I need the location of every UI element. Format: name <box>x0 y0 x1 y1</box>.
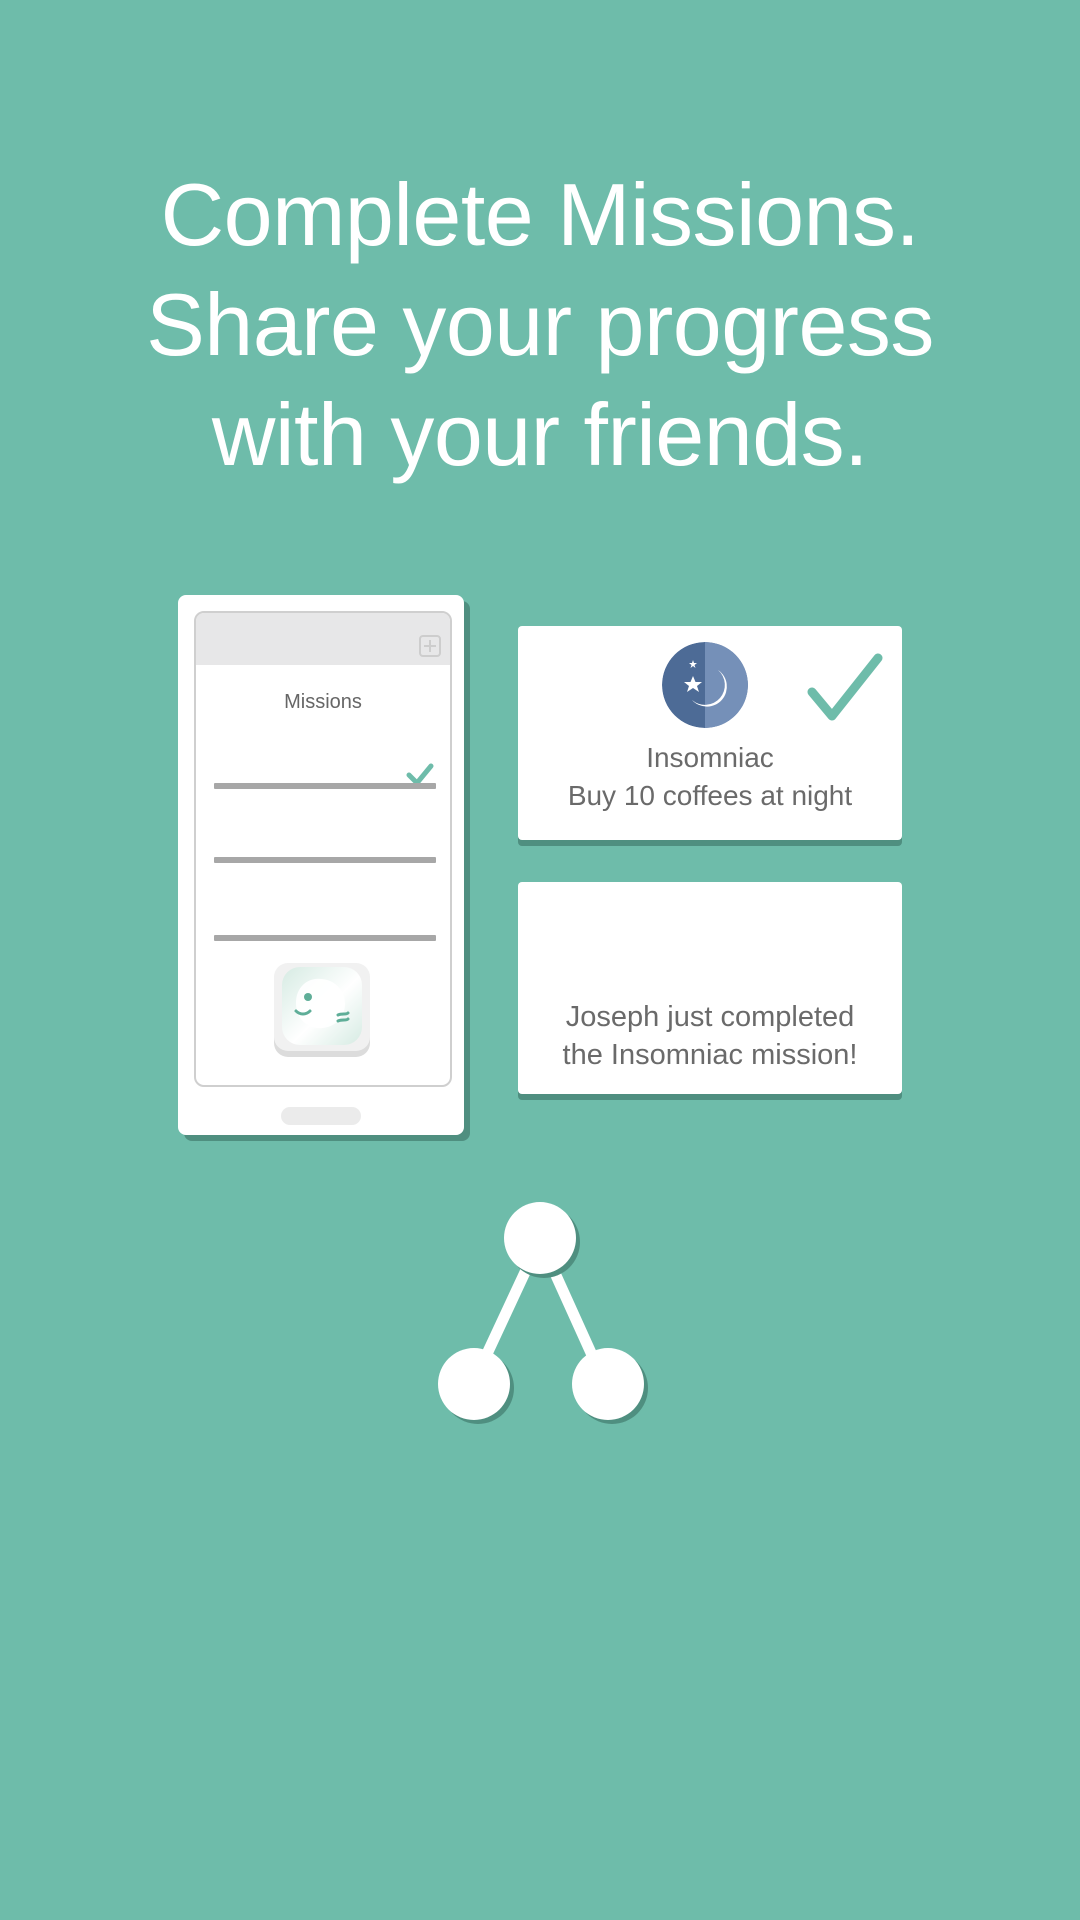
mission-list-item[interactable] <box>214 935 436 941</box>
notification-text: Joseph just completed the Insomniac miss… <box>518 998 902 1074</box>
notification-card[interactable]: Joseph just completed the Insomniac miss… <box>518 882 902 1094</box>
mission-list-item[interactable] <box>214 783 436 789</box>
headline-line-1: Complete Missions. <box>160 165 920 264</box>
moon-stars-icon <box>662 642 748 728</box>
mission-description: Buy 10 coffees at night <box>567 780 853 811</box>
phone-mockup: Missions <box>178 595 464 1135</box>
mission-list-item[interactable] <box>214 857 436 863</box>
add-icon[interactable] <box>419 635 441 657</box>
headline-line-3: with your friends. <box>211 385 869 484</box>
check-icon <box>807 653 883 721</box>
notification-line-1: Joseph just completed <box>565 1001 855 1033</box>
mission-title: Insomniac <box>646 742 774 773</box>
screen-title: Missions <box>284 691 362 713</box>
mascot-icon <box>282 967 362 1045</box>
app-logo <box>274 963 370 1051</box>
share-icon[interactable] <box>430 1196 650 1432</box>
notification-line-2: the Insomniac mission! <box>562 1039 858 1071</box>
phone-screen: Missions <box>194 611 452 1087</box>
app-top-bar <box>196 613 450 665</box>
headline-line-2: Share your progress <box>146 275 934 374</box>
mission-card[interactable]: Insomniac Buy 10 coffees at night <box>518 626 902 840</box>
headline: Complete Missions. Share your progress w… <box>0 160 1080 490</box>
home-button[interactable] <box>281 1107 361 1125</box>
